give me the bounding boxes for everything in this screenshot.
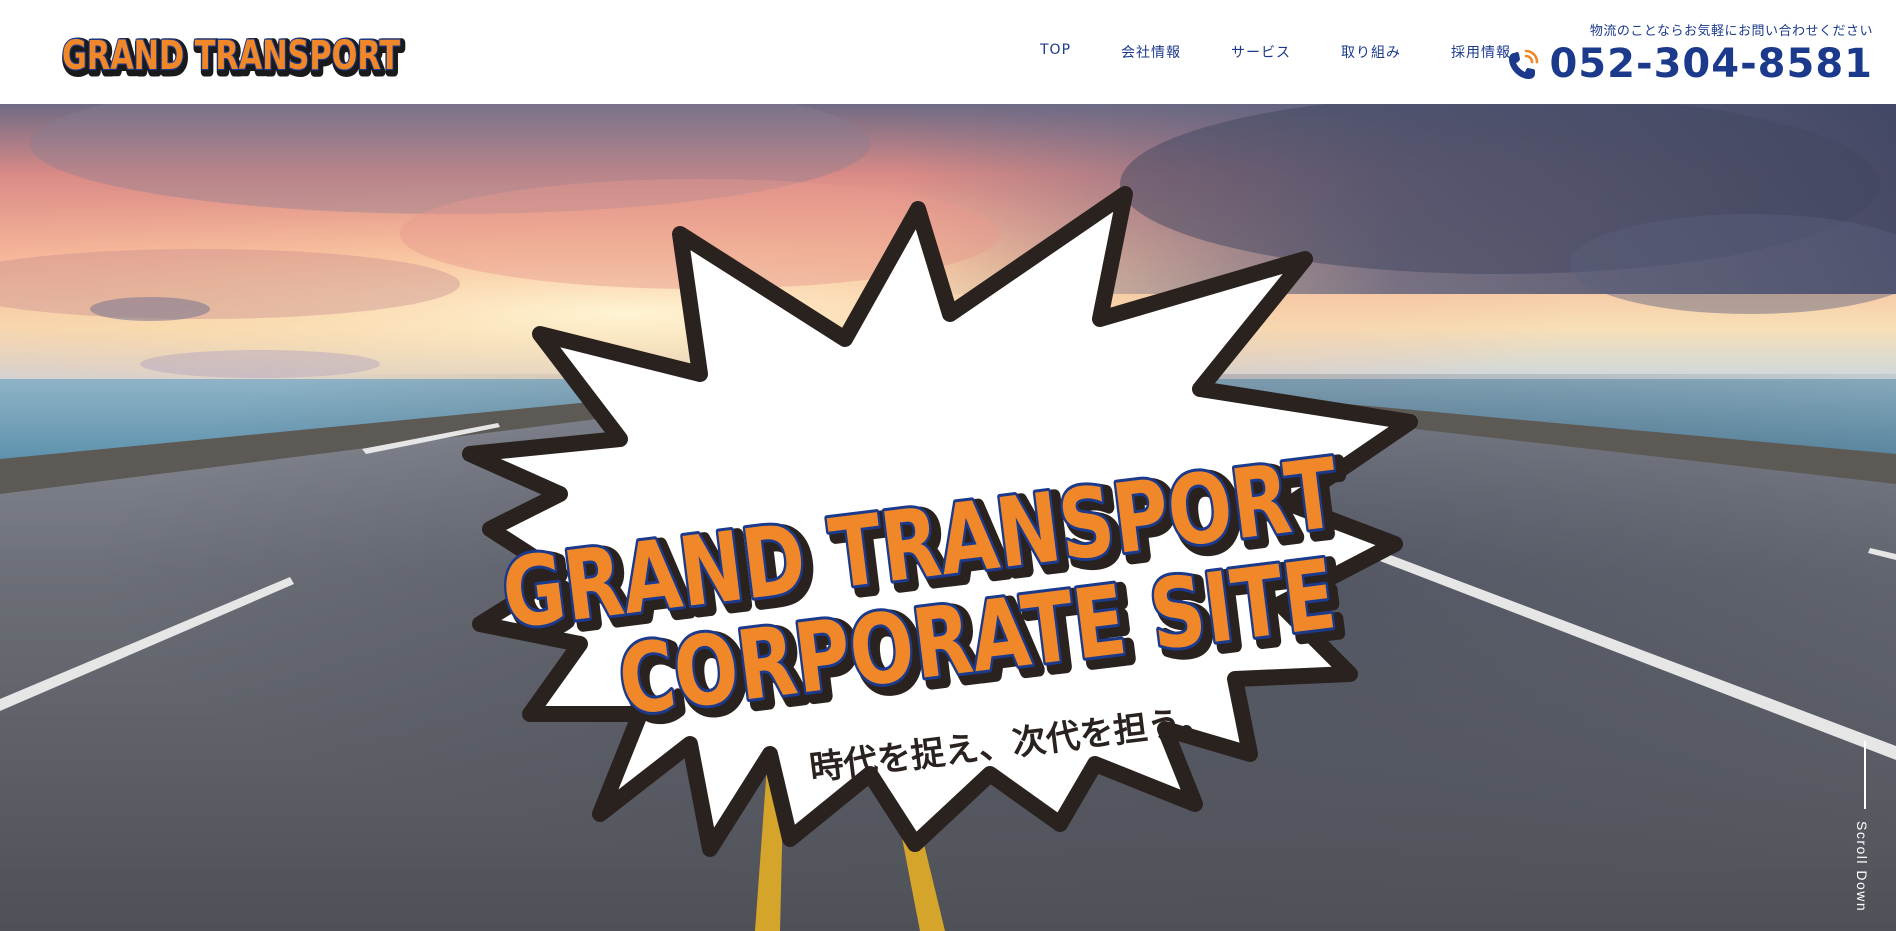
nav-item-recruit[interactable]: 採用情報 bbox=[1451, 42, 1511, 62]
site-header: GRAND TRANSPORT GRAND TRANSPORT TOP 会社情報… bbox=[0, 0, 1896, 104]
main-nav: TOP 会社情報 サービス 取り組み 採用情報 bbox=[1040, 42, 1511, 62]
scroll-line bbox=[1864, 741, 1866, 809]
phone-link[interactable]: 052-304-8581 bbox=[1505, 40, 1873, 88]
nav-item-efforts[interactable]: 取り組み bbox=[1341, 42, 1401, 62]
nav-item-service[interactable]: サービス bbox=[1231, 42, 1291, 62]
contact-note: 物流のことならお気軽にお問い合わせください bbox=[1589, 24, 1873, 39]
scroll-down-label: Scroll Down bbox=[1854, 821, 1870, 913]
site-logo[interactable]: GRAND TRANSPORT GRAND TRANSPORT bbox=[58, 26, 407, 81]
hero-burst-graphic: GRAND TRANSPORT GRAND TRANSPORT CORPORAT… bbox=[462, 186, 1418, 857]
scroll-down-indicator[interactable]: Scroll Down bbox=[1854, 741, 1876, 931]
hero-section: GRAND TRANSPORT GRAND TRANSPORT CORPORAT… bbox=[0, 104, 1896, 931]
logo-text: GRAND TRANSPORT bbox=[62, 33, 401, 79]
nav-item-top[interactable]: TOP bbox=[1040, 42, 1071, 62]
phone-number: 052-304-8581 bbox=[1549, 41, 1873, 87]
nav-item-company[interactable]: 会社情報 bbox=[1121, 42, 1181, 62]
phone-icon bbox=[1509, 49, 1539, 79]
